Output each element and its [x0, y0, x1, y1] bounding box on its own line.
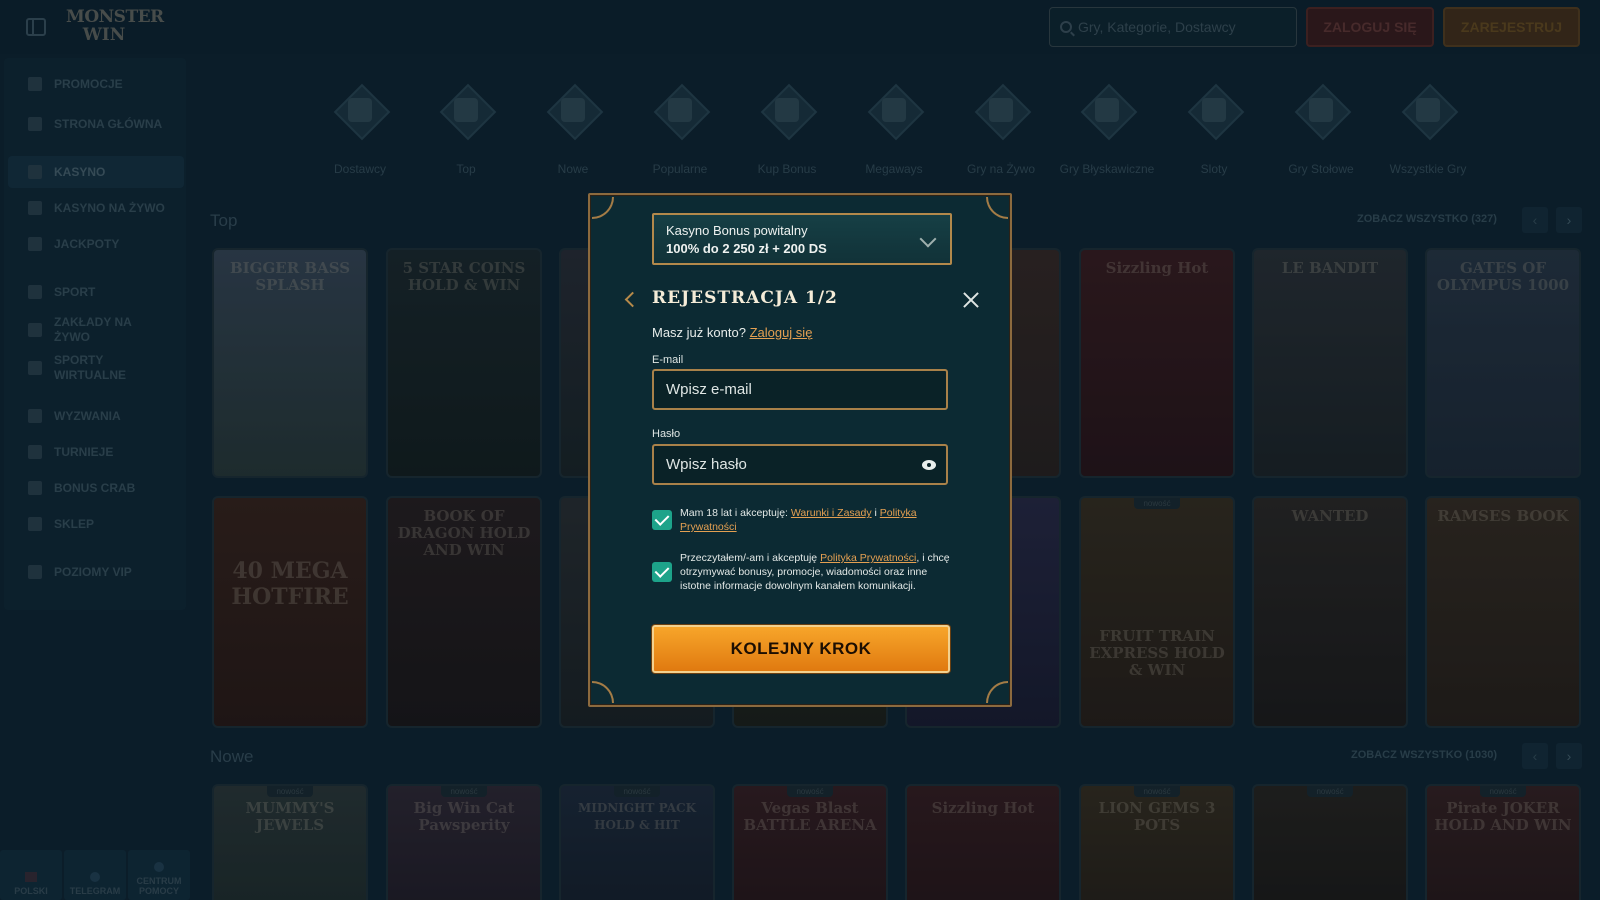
corner-ornament: [986, 681, 1008, 703]
close-icon[interactable]: [962, 291, 980, 309]
corner-ornament: [592, 197, 614, 219]
consent-privacy-link[interactable]: Polityka Prywatności: [820, 552, 916, 564]
email-field-wrapper[interactable]: [652, 369, 948, 410]
have-account-label: Masz już konto?: [652, 325, 746, 340]
bonus-select-value: 100% do 2 250 zł + 200 DS: [666, 241, 827, 256]
bonus-select-title: Kasyno Bonus powitalny: [666, 223, 808, 238]
terms-text: Mam 18 lat i akceptuję: Warunki i Zasady…: [680, 506, 952, 534]
password-label: Hasło: [652, 428, 681, 440]
corner-ornament: [986, 197, 1008, 219]
back-arrow-icon[interactable]: [624, 291, 636, 307]
consent-checkbox[interactable]: [652, 562, 672, 582]
terms-and: i: [874, 507, 877, 519]
email-field[interactable]: [666, 381, 906, 398]
consent-row: Przeczytałem/-am i akceptuję Polityka Pr…: [652, 551, 952, 593]
bonus-select[interactable]: Kasyno Bonus powitalny 100% do 2 250 zł …: [652, 213, 952, 265]
eye-icon[interactable]: [922, 460, 936, 470]
password-field-wrapper[interactable]: [652, 444, 948, 485]
login-link[interactable]: Zaloguj się: [750, 325, 813, 340]
terms-checkbox[interactable]: [652, 510, 672, 530]
modal-title: REJESTRACJA 1/2: [652, 288, 838, 308]
email-label: E-mail: [652, 354, 684, 366]
registration-modal: Kasyno Bonus powitalny 100% do 2 250 zł …: [588, 193, 1012, 707]
consent-text: Przeczytałem/-am i akceptuję Polityka Pr…: [680, 551, 950, 593]
next-step-button[interactable]: KOLEJNY KROK: [652, 625, 950, 673]
terms-link[interactable]: Warunki i Zasady: [791, 507, 872, 519]
have-account-text: Masz już konto? Zaloguj się: [652, 325, 812, 340]
consent-prefix: Przeczytałem/-am i akceptuję: [680, 552, 818, 564]
terms-prefix: Mam 18 lat i akceptuję:: [680, 507, 788, 519]
corner-ornament: [592, 681, 614, 703]
page: MONSTER WIN ZALOGUJ SIĘ ZAREJESTRUJ PROM…: [0, 0, 1600, 900]
password-field[interactable]: [666, 456, 906, 473]
terms-row: Mam 18 lat i akceptuję: Warunki i Zasady…: [652, 506, 952, 534]
